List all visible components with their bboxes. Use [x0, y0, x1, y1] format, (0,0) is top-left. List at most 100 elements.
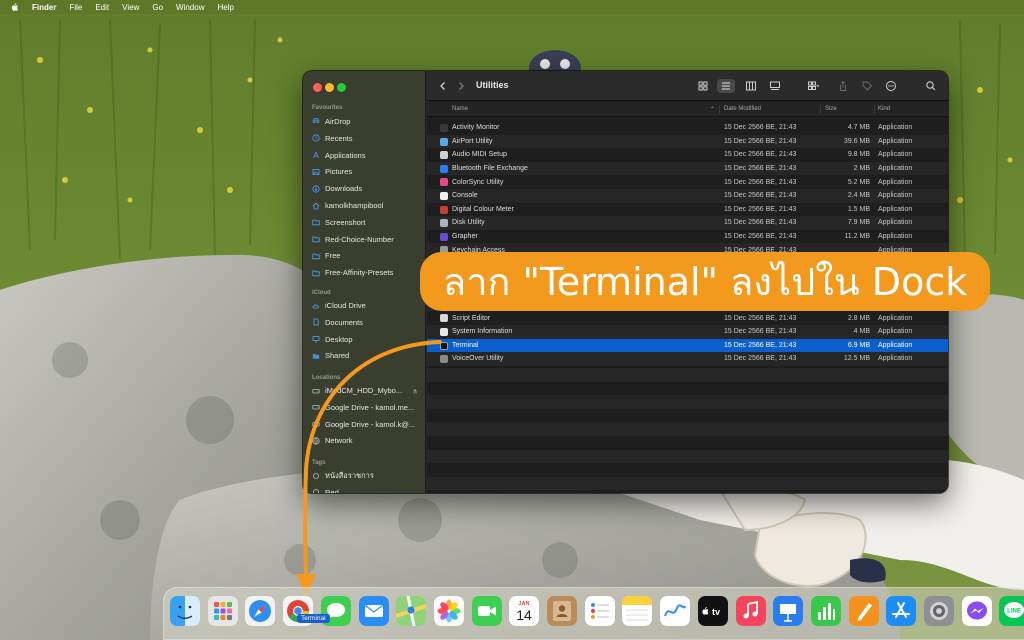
- system-settings-icon[interactable]: [924, 596, 954, 626]
- file-date: 15 Dec 2566 BE, 21:43: [724, 192, 797, 200]
- app-store-icon[interactable]: [886, 596, 917, 626]
- file-kind: Application: [878, 192, 913, 200]
- sidebar-item-desktop[interactable]: Desktop: [312, 332, 422, 347]
- sidebar-item-[interactable]: หนังสือราชการ: [312, 468, 422, 483]
- keynote-icon[interactable]: [773, 596, 804, 626]
- photos-icon[interactable]: [433, 596, 464, 626]
- icon-view-icon[interactable]: [697, 80, 709, 92]
- more-actions-icon[interactable]: [885, 80, 897, 92]
- app-icon: [440, 314, 448, 323]
- menu-window[interactable]: Window: [176, 3, 204, 12]
- sidebar-item-documents[interactable]: Documents: [312, 315, 422, 330]
- file-row-grapher[interactable]: Grapher 15 Dec 2566 BE, 21:43 11.2 MB Appli…: [427, 230, 948, 244]
- sidebar-item-icloud-drive[interactable]: iCloud Drive: [312, 298, 422, 313]
- dock: JAN 14 tv LINE: [163, 587, 1024, 640]
- sidebar-item-label: Red: [325, 487, 339, 493]
- sidebar-item-free-affinity-presets[interactable]: Free-Affinity-Presets: [312, 265, 422, 280]
- share-icon[interactable]: [837, 80, 849, 92]
- sidebar-item-screenshort[interactable]: Screenshort: [312, 215, 422, 230]
- gallery-view-icon[interactable]: [769, 80, 781, 92]
- file-row-audio-midi-setup[interactable]: Audio MIDI Setup 15 Dec 2566 BE, 21:43 9.8…: [427, 148, 948, 162]
- file-size: 11.2 MB: [844, 233, 870, 241]
- line-icon[interactable]: LINE: [999, 596, 1024, 626]
- column-size[interactable]: Size: [825, 106, 837, 112]
- column-date-modified[interactable]: Date Modified: [724, 106, 761, 112]
- finder-sidebar: Favourites AirDrop Recents Applications Pic…: [303, 71, 426, 493]
- file-row-script-editor[interactable]: Script Editor 15 Dec 2566 BE, 21:43 2.8 MB…: [427, 311, 948, 325]
- forward-button[interactable]: [455, 80, 467, 92]
- menu-file[interactable]: File: [69, 3, 82, 12]
- file-row-airport-utility[interactable]: AirPort Utility 15 Dec 2566 BE, 21:43 39.6…: [427, 134, 948, 149]
- app-icon: [440, 164, 448, 173]
- shared-folder-icon: [312, 352, 320, 360]
- file-row-voiceover-utility[interactable]: VoiceOver Utility 15 Dec 2566 BE, 21:43 12…: [427, 352, 948, 366]
- apple-tv-icon[interactable]: tv: [697, 596, 728, 626]
- minimize-window-button[interactable]: [325, 83, 334, 92]
- file-row-activity-monitor[interactable]: Activity Monitor 15 Dec 2566 BE, 21:43 4.7…: [427, 121, 948, 135]
- file-size: 9.8 MB: [847, 151, 870, 159]
- menu-help[interactable]: Help: [217, 3, 233, 12]
- contacts-icon[interactable]: [547, 596, 577, 626]
- menu-go[interactable]: Go: [152, 3, 163, 12]
- sidebar-item-shared[interactable]: Shared: [312, 348, 422, 363]
- zoom-window-button[interactable]: [337, 83, 346, 92]
- finder-icon[interactable]: [170, 596, 200, 626]
- file-size: 7.9 MB: [847, 219, 870, 227]
- file-kind: Application: [878, 124, 913, 132]
- music-icon[interactable]: [735, 596, 766, 626]
- sidebar-item-airdrop[interactable]: AirDrop: [312, 114, 422, 129]
- sidebar-item-free[interactable]: Free: [312, 248, 422, 263]
- pages-icon[interactable]: [848, 596, 879, 626]
- sidebar-item-recents[interactable]: Recents: [312, 131, 422, 146]
- group-by-icon[interactable]: [807, 80, 819, 92]
- eject-icon[interactable]: [412, 387, 418, 394]
- back-button[interactable]: [437, 80, 449, 92]
- sidebar-item-google-drive-kamol-me[interactable]: Google Drive - kamol.me...: [312, 400, 422, 415]
- file-size: 2.8 MB: [847, 314, 870, 322]
- tag-icon[interactable]: [861, 80, 873, 92]
- sidebar-item-red[interactable]: Red: [312, 485, 422, 493]
- calendar-icon[interactable]: JAN 14: [509, 596, 540, 626]
- app-icon: [440, 219, 448, 228]
- notes-icon[interactable]: [622, 596, 653, 626]
- maps-icon[interactable]: [396, 596, 427, 626]
- apple-menu-icon[interactable]: [10, 2, 20, 12]
- file-row-terminal[interactable]: Terminal 15 Dec 2566 BE, 21:43 6.9 MB Appli…: [427, 338, 948, 353]
- facetime-icon[interactable]: [471, 596, 502, 626]
- file-row-console[interactable]: Console 15 Dec 2566 BE, 21:43 2.4 MB Applic…: [427, 188, 948, 203]
- column-name[interactable]: Name: [452, 106, 468, 112]
- sidebar-item-label: Free-Affinity-Presets: [325, 268, 394, 278]
- sidebar-item-red-choice-number[interactable]: Red-Choice-Number: [312, 232, 422, 247]
- list-view-icon[interactable]: [717, 79, 735, 93]
- menu-edit[interactable]: Edit: [95, 3, 109, 12]
- file-size: 1.5 MB: [847, 205, 870, 213]
- sidebar-item-network[interactable]: Network: [312, 433, 422, 448]
- search-icon[interactable]: [925, 80, 937, 92]
- sidebar-item-pictures[interactable]: Pictures: [312, 164, 422, 179]
- sidebar-item-downloads[interactable]: Downloads: [312, 181, 422, 196]
- sidebar-item-google-drive-kamol-k[interactable]: Google Drive - kamol.k@...: [312, 417, 422, 432]
- mail-icon[interactable]: [358, 596, 389, 626]
- numbers-icon[interactable]: [810, 596, 841, 626]
- column-view-icon[interactable]: [745, 80, 757, 92]
- freeform-icon[interactable]: [660, 596, 691, 626]
- close-window-button[interactable]: [313, 83, 322, 92]
- sidebar-item-kamolkhampibool[interactable]: kamolkhampibool: [312, 198, 422, 213]
- tag-icon: [312, 488, 320, 493]
- sidebar-item-imodcm-hdd-mybo[interactable]: iModCM_HDD_Mybo...: [312, 383, 422, 398]
- file-row-digital-colour-meter[interactable]: Digital Colour Meter 15 Dec 2566 BE, 21:4…: [427, 203, 948, 217]
- file-row-disk-utility[interactable]: Disk Utility 15 Dec 2566 BE, 21:43 7.9 MB A…: [427, 216, 948, 230]
- reminders-icon[interactable]: [584, 596, 615, 626]
- empty-row: [427, 449, 948, 464]
- launchpad-icon[interactable]: [207, 596, 238, 626]
- file-row-colorsync-utility[interactable]: ColorSync Utility 15 Dec 2566 BE, 21:43 5.…: [427, 175, 948, 189]
- sidebar-item-applications[interactable]: Applications: [312, 148, 422, 163]
- messenger-icon[interactable]: [961, 596, 992, 626]
- column-kind[interactable]: Kind: [878, 106, 890, 112]
- menu-finder[interactable]: Finder: [32, 3, 56, 12]
- sidebar-item-label: Recents: [325, 133, 353, 143]
- file-row-bluetooth-file-exchange[interactable]: Bluetooth File Exchange 15 Dec 2566 BE, 2…: [427, 161, 948, 176]
- menu-view[interactable]: View: [122, 3, 139, 12]
- file-row-system-information[interactable]: System Information 15 Dec 2566 BE, 21:43 4…: [427, 324, 948, 339]
- safari-icon[interactable]: [245, 596, 276, 626]
